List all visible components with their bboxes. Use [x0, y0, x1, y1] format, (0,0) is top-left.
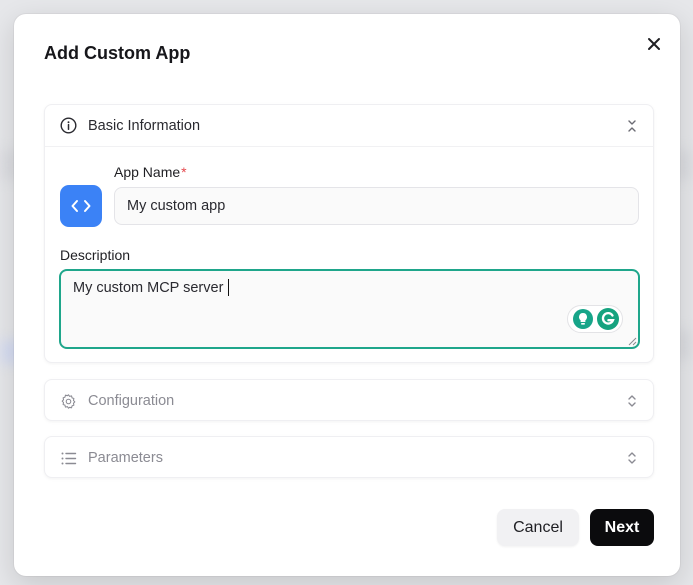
- gear-icon: [59, 392, 77, 410]
- configuration-section: Configuration: [44, 379, 654, 421]
- app-name-label-text: App Name: [114, 164, 181, 180]
- text-caret: [228, 279, 229, 296]
- grammarly-widget[interactable]: [567, 305, 623, 333]
- app-icon-picker[interactable]: [60, 185, 102, 227]
- description-label: Description: [60, 247, 131, 263]
- chevrons-expand-icon: [625, 451, 639, 465]
- add-custom-app-dialog: Add Custom App Basic Information App Nam…: [14, 14, 680, 576]
- code-icon: [71, 200, 91, 212]
- lightbulb-icon: [573, 309, 593, 329]
- list-icon: [59, 449, 77, 467]
- chevrons-collapse-icon: [625, 119, 639, 133]
- close-button[interactable]: [642, 32, 666, 56]
- description-textarea[interactable]: My custom MCP server: [59, 269, 640, 349]
- parameters-header[interactable]: Parameters: [45, 437, 653, 479]
- required-mark: *: [181, 164, 187, 180]
- configuration-header[interactable]: Configuration: [45, 380, 653, 422]
- basic-information-section: Basic Information App Name* Description …: [44, 104, 654, 363]
- section-label: Parameters: [88, 450, 163, 466]
- app-name-input[interactable]: [114, 187, 639, 225]
- dialog-title: Add Custom App: [44, 43, 191, 63]
- app-name-label: App Name*: [114, 164, 187, 180]
- parameters-section: Parameters: [44, 436, 654, 478]
- next-button[interactable]: Next: [590, 509, 654, 546]
- grammarly-icon: [597, 308, 619, 330]
- resize-handle-icon[interactable]: [628, 337, 637, 346]
- cancel-button[interactable]: Cancel: [497, 509, 579, 546]
- chevrons-expand-icon: [625, 394, 639, 408]
- close-icon: [648, 38, 660, 50]
- basic-information-header[interactable]: Basic Information: [45, 105, 653, 147]
- info-icon: [59, 117, 77, 135]
- section-label: Basic Information: [88, 117, 201, 134]
- section-label: Configuration: [88, 393, 175, 409]
